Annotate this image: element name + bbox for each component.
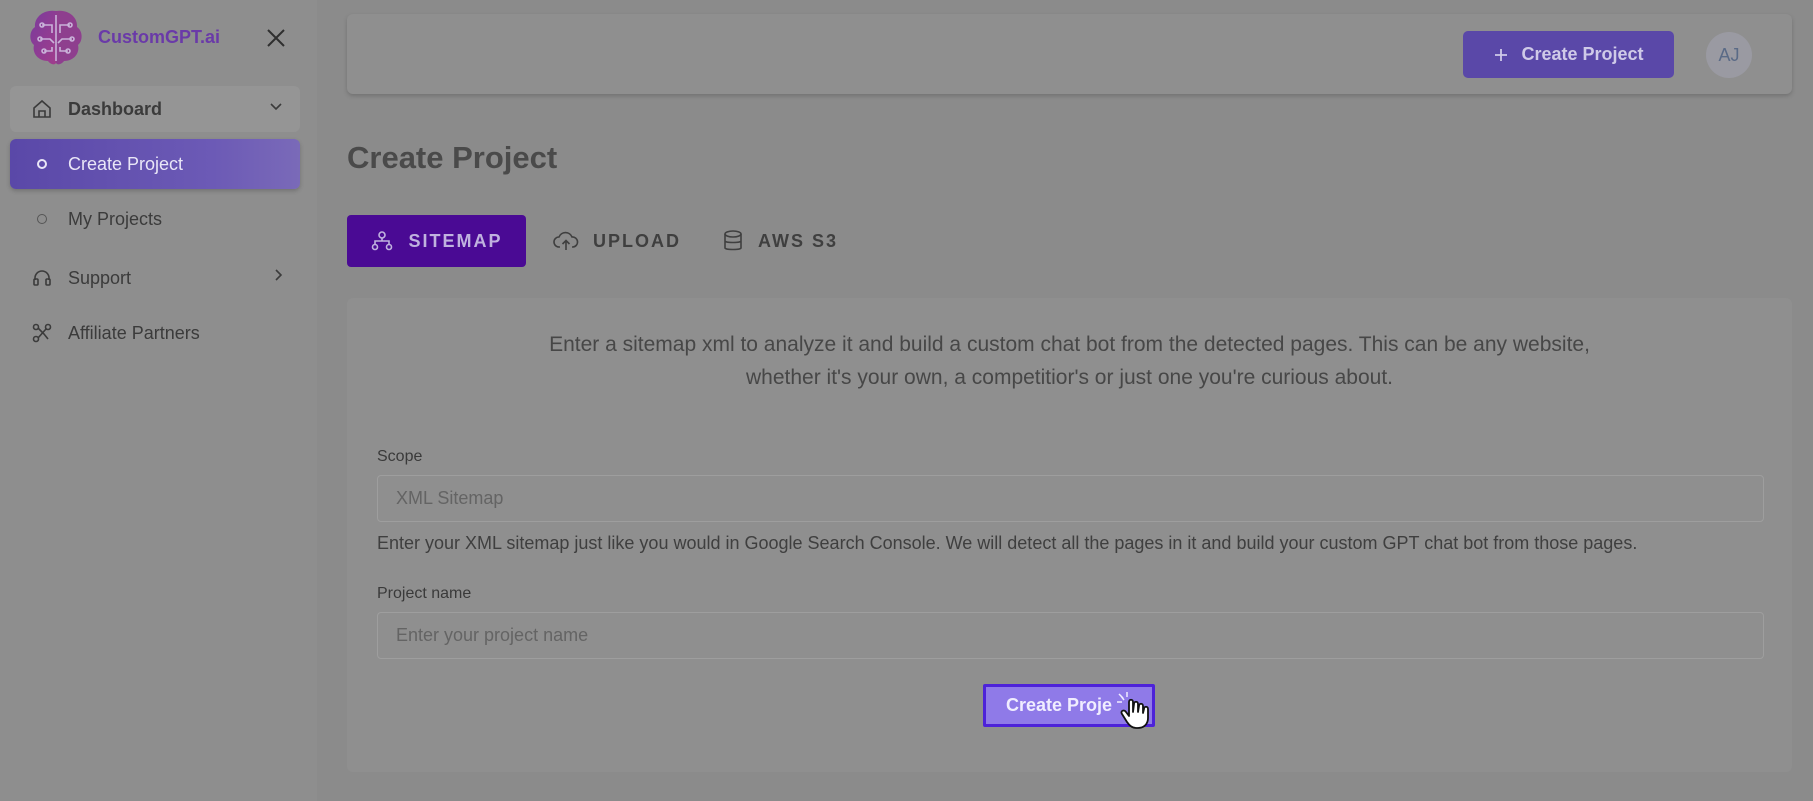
intro-line-1: Enter a sitemap xml to analyze it and bu… xyxy=(549,333,1590,356)
intro-line-2: whether it's your own, a competitior's o… xyxy=(745,366,1393,389)
avatar[interactable]: AJ xyxy=(1706,32,1752,78)
sidebar-item-label: My Projects xyxy=(68,208,163,229)
page-title: Create Project xyxy=(347,140,558,175)
tab-label: UPLOAD xyxy=(593,230,681,251)
home-icon xyxy=(30,97,54,121)
sidebar-item-label: Create Project xyxy=(68,153,184,174)
project-name-label: Project name xyxy=(377,585,472,602)
brand[interactable]: CustomGPT.ai xyxy=(26,6,220,68)
close-sidebar-button[interactable] xyxy=(262,24,290,52)
project-name-input[interactable] xyxy=(377,612,1764,659)
scope-input[interactable] xyxy=(377,475,1764,522)
tab-label: AWS S3 xyxy=(758,230,839,251)
sidebar-item-create-project[interactable]: Create Project xyxy=(10,139,300,189)
sidebar-item-label: Affiliate Partners xyxy=(68,322,200,343)
sitemap-form-card: Enter a sitemap xml to analyze it and bu… xyxy=(347,298,1792,772)
header-create-project-label: Create Project xyxy=(1521,44,1644,64)
cloud-upload-icon xyxy=(553,229,579,253)
scope-help-text: Enter your XML sitemap just like you wou… xyxy=(377,533,1638,553)
headset-icon xyxy=(30,266,54,290)
sidebar-item-label: Dashboard xyxy=(68,98,163,119)
network-icon xyxy=(30,321,54,345)
tab-upload[interactable]: UPLOAD xyxy=(553,215,681,267)
database-icon xyxy=(722,229,744,253)
top-header: Create Project AJ xyxy=(347,14,1792,94)
plus-icon xyxy=(1495,48,1508,61)
chevron-right-icon xyxy=(270,267,286,288)
sidebar-item-dashboard[interactable]: Dashboard xyxy=(10,86,300,132)
close-icon xyxy=(267,29,285,47)
sidebar-item-label: Support xyxy=(68,267,132,288)
hand-pointer-icon xyxy=(1117,692,1149,729)
sidebar-item-affiliate-partners[interactable]: Affiliate Partners xyxy=(10,310,300,356)
sidebar: CustomGPT.ai Dashboard Create Project My… xyxy=(0,0,317,801)
tab-label: SITEMAP xyxy=(408,230,503,251)
brain-circuit-icon xyxy=(30,10,82,65)
sidebar-item-support[interactable]: Support xyxy=(10,255,300,301)
intro-text: Enter a sitemap xml to analyze it and bu… xyxy=(347,328,1792,394)
tab-aws-s3[interactable]: AWS S3 xyxy=(722,215,838,267)
tab-sitemap[interactable]: SITEMAP xyxy=(347,215,526,267)
circle-dot-icon xyxy=(30,152,54,176)
sitemap-icon xyxy=(370,229,394,253)
header-create-project-button[interactable]: Create Project xyxy=(1463,31,1674,78)
chevron-down-icon xyxy=(268,98,284,119)
brand-name: CustomGPT.ai xyxy=(98,26,221,47)
submit-label: Create Proje xyxy=(1006,695,1113,715)
sidebar-item-my-projects[interactable]: My Projects xyxy=(10,196,300,242)
scope-label: Scope xyxy=(377,448,423,465)
circle-dot-icon xyxy=(30,207,54,231)
